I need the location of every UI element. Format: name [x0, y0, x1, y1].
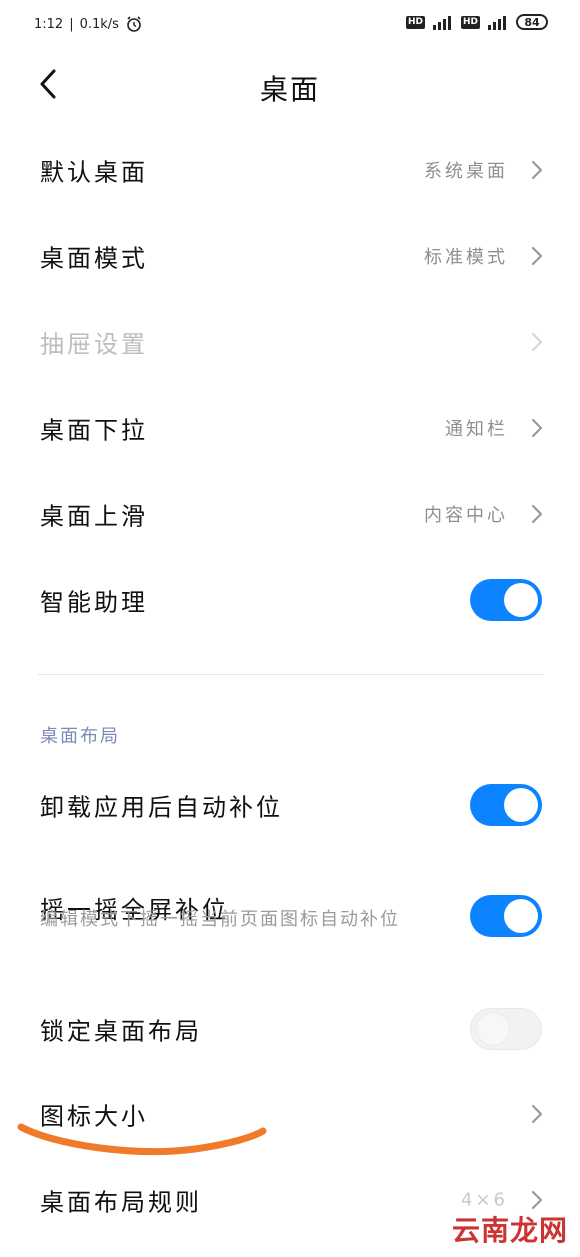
chevron-right-icon: [531, 504, 543, 524]
annotation-underline: [17, 1123, 267, 1156]
signal-icon: [488, 16, 506, 30]
row-value: 4×6: [461, 1189, 508, 1211]
alarm-icon: [127, 16, 141, 32]
row-label: 桌面上滑: [40, 502, 148, 531]
chevron-right-icon: [531, 246, 543, 266]
row-label: 桌面模式: [40, 244, 148, 273]
row-default-launcher[interactable]: 默认桌面 系统桌面: [0, 130, 580, 210]
row-label: 锁定桌面布局: [40, 1017, 202, 1046]
hd-badge: HD: [460, 15, 480, 29]
toggle-knob: [477, 1013, 509, 1045]
row-lock-layout: 锁定桌面布局: [0, 989, 580, 1069]
header: 桌面: [0, 50, 580, 120]
section-title: 桌面布局: [40, 726, 120, 747]
row-label: 智能助理: [40, 588, 148, 617]
row-value: 标准模式: [424, 247, 508, 268]
auto-fill-toggle[interactable]: [470, 784, 542, 826]
lock-layout-toggle[interactable]: [470, 1008, 542, 1050]
row-swipe-down[interactable]: 桌面下拉 通知栏: [0, 388, 580, 468]
row-launcher-mode[interactable]: 桌面模式 标准模式: [0, 216, 580, 296]
hd-badge: HD: [405, 15, 425, 29]
row-drawer-settings: 抽屉设置: [0, 302, 580, 382]
shake-fill-toggle[interactable]: [470, 895, 542, 937]
row-swipe-up[interactable]: 桌面上滑 内容中心: [0, 474, 580, 554]
row-label: 抽屉设置: [40, 330, 148, 359]
row-value: 通知栏: [445, 419, 508, 440]
page-title: 桌面: [259, 73, 320, 106]
row-label: 默认桌面: [40, 158, 148, 187]
smart-assistant-toggle[interactable]: [470, 579, 542, 621]
network-speed: 0.1k/s: [79, 16, 119, 32]
row-smart-assistant: 智能助理: [0, 560, 580, 640]
toggle-knob: [504, 583, 538, 617]
status-bar: 1:12 | 0.1k/s HD HD 84: [0, 0, 580, 50]
toggle-knob: [504, 899, 538, 933]
battery-icon: 84: [516, 14, 548, 30]
chevron-right-icon: [531, 1104, 543, 1124]
status-time: 1:12: [34, 16, 64, 32]
chevron-right-icon: [531, 1190, 543, 1210]
signal-icon: [432, 16, 451, 30]
divider: [38, 674, 544, 675]
row-value: 系统桌面: [424, 161, 508, 182]
row-label: 卸载应用后自动补位: [40, 793, 283, 822]
watermark: 云南龙网: [451, 1214, 568, 1247]
row-label: 桌面布局规则: [40, 1188, 202, 1217]
toggle-knob: [504, 788, 538, 822]
row-auto-fill: 卸载应用后自动补位: [0, 765, 580, 845]
row-subtitle: 编辑模式下摇一摇当前页面图标自动补位: [40, 909, 400, 930]
row-value: 内容中心: [424, 505, 508, 526]
chevron-right-icon: [531, 160, 543, 180]
chevron-right-icon: [531, 418, 543, 438]
chevron-right-icon: [531, 332, 543, 352]
row-label: 桌面下拉: [40, 416, 148, 445]
